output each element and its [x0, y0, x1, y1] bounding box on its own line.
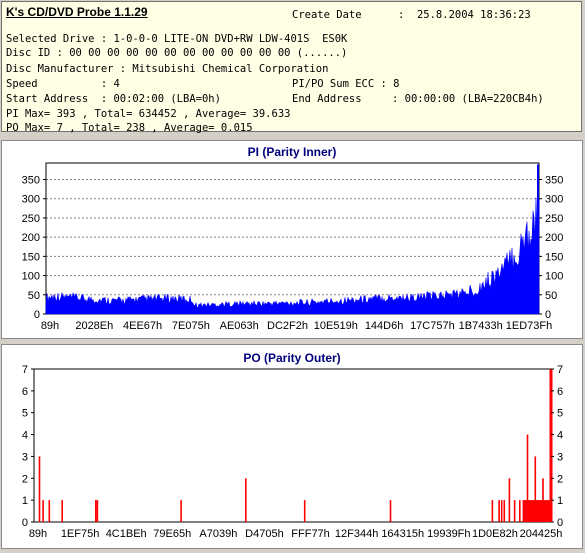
y-tick-label-left-7: 7	[22, 364, 28, 376]
x-tick-label-4: A7039h	[199, 528, 237, 540]
y-tick-label-left-7: 350	[22, 175, 40, 187]
pi-chart: PI (Parity Inner) 0 050 50100 100150 150200 2…	[22, 145, 564, 332]
x-tick-label-6: 10E519h	[314, 320, 358, 332]
end-address-label: End Address	[292, 93, 362, 105]
po-bar-10	[491, 500, 494, 522]
y-tick-label-left-5: 5	[22, 408, 28, 420]
x-tick-label-1: 2028Eh	[75, 320, 113, 332]
po-bar-1	[42, 500, 44, 522]
y-tick-label-left-4: 4	[22, 430, 28, 442]
y-tick-label-right-6: 300	[545, 194, 563, 206]
y-tick-label-left-4: 200	[22, 232, 40, 244]
app-title: K's CD/DVD Probe 1.1.29	[6, 5, 148, 19]
y-tick-label-left-5: 250	[22, 213, 40, 225]
po-chart: PO (Parity Outer) 0 01 12 23 34 45 56 67 789h 1EF…	[22, 351, 563, 540]
y-tick-label-right-3: 3	[557, 451, 563, 463]
y-tick-label-right-5: 5	[557, 408, 563, 420]
start-address: Start Address : 00:02:00 (LBA=0h)	[6, 93, 221, 105]
y-tick-label-right-7: 7	[557, 364, 563, 376]
x-tick-label-3: 7E075h	[172, 320, 210, 332]
y-tick-label-right-1: 1	[557, 495, 563, 507]
x-tick-label-7: 144D6h	[365, 320, 404, 332]
po-bar-9	[389, 500, 392, 522]
selected-drive: Selected Drive : 1-0-0-0 LITE-ON DVD+RW …	[6, 33, 348, 45]
po-bar-6	[180, 500, 182, 522]
pipo-sum-ecc: PI/PO Sum ECC : 8	[292, 78, 400, 90]
y-tick-label-left-3: 3	[22, 451, 28, 463]
y-tick-label-left-2: 100	[22, 271, 40, 283]
y-tick-label-left-1: 1	[22, 495, 28, 507]
x-tick-label-3: 79E65h	[153, 528, 191, 540]
po-bar-2	[48, 500, 51, 522]
x-tick-label-10: 1ED73Fh	[506, 320, 552, 332]
po-bar-7	[245, 478, 247, 522]
x-tick-label-6: FFF77h	[291, 528, 330, 540]
pi-chart-title: PI (Parity Inner)	[248, 145, 337, 159]
po-bar-4	[95, 500, 97, 522]
info-panel: K's CD/DVD Probe 1.1.29 Create Date : 25…	[1, 1, 582, 134]
disc-id: Disc ID : 00 00 00 00 00 00 00 00 00 00 …	[6, 47, 348, 59]
y-tick-label-left-0: 0	[22, 517, 28, 529]
y-tick-label-right-7: 350	[545, 175, 563, 187]
po-chart-title: PO (Parity Outer)	[243, 351, 340, 365]
y-tick-label-left-0: 0	[34, 309, 40, 321]
y-tick-label-right-5: 250	[545, 213, 563, 225]
y-tick-label-right-2: 100	[545, 271, 563, 283]
pi-chart-panel: PI (Parity Inner) 0 0 50 50 100 100 150 150 200 2…	[1, 140, 583, 339]
x-tick-label-9: 1B7433h	[459, 320, 503, 332]
po-bar-3	[61, 500, 63, 522]
y-tick-label-left-6: 6	[22, 386, 28, 398]
x-tick-label-10: 1D0E82h	[472, 528, 518, 540]
y-tick-label-left-2: 2	[22, 473, 28, 485]
x-tick-label-11: 204425h	[520, 528, 563, 540]
po-bar-0	[38, 456, 41, 522]
po-bar-8	[303, 500, 306, 522]
y-tick-label-right-4: 4	[557, 430, 563, 442]
po-bar-15	[513, 500, 516, 522]
pi-stats: PI Max= 393 , Total= 634452 , Average= 3…	[6, 108, 291, 120]
po-stats: PO Max= 7 , Total= 238 , Average= 0.015	[6, 122, 253, 134]
y-tick-label-right-4: 200	[545, 232, 563, 244]
x-tick-label-5: D4705h	[245, 528, 284, 540]
plot-frame	[33, 368, 552, 523]
x-tick-label-4: AE063h	[220, 320, 259, 332]
po-bar-cluster	[522, 500, 551, 522]
x-tick-label-0: 89h	[29, 528, 47, 540]
po-bar-14	[508, 478, 511, 522]
speed: Speed : 4	[6, 78, 120, 90]
x-tick-label-8: 17C757h	[410, 320, 455, 332]
end-address-value: : 00:00:00 (LBA=220CB4h)	[392, 93, 544, 105]
y-tick-label-right-1: 50	[545, 290, 557, 302]
x-tick-label-5: DC2F2h	[267, 320, 308, 332]
y-tick-label-right-6: 6	[557, 386, 563, 398]
x-tick-label-0: 89h	[41, 320, 59, 332]
pi-series-area	[45, 197, 540, 315]
x-tick-label-7: 12F344h	[335, 528, 378, 540]
po-chart-panel: PO (Parity Outer) 0 0 1 1 2 2 3 3 4 4 5 5 6 6 7 7 89h 1EF…	[1, 344, 583, 549]
x-tick-label-2: 4EE67h	[123, 320, 162, 332]
create-date-value: : 25.8.2004 18:36:23	[398, 9, 531, 21]
po-bar-12	[500, 500, 503, 522]
po-bar-13	[503, 500, 506, 522]
po-bar-5	[96, 500, 99, 522]
y-tick-label-right-3: 150	[545, 251, 563, 263]
y-tick-label-left-1: 50	[28, 290, 40, 302]
x-tick-label-2: 4C1BEh	[106, 528, 147, 540]
po-bar-16	[519, 500, 521, 522]
y-tick-label-right-2: 2	[557, 473, 563, 485]
x-tick-label-8: 164315h	[381, 528, 424, 540]
disc-manufacturer: Disc Manufacturer : Mitsubishi Chemical …	[6, 63, 329, 75]
create-date-label: Create Date	[292, 9, 362, 21]
x-tick-label-1: 1EF75h	[61, 528, 100, 540]
po-bar-11	[498, 500, 500, 522]
y-tick-label-left-6: 300	[22, 194, 40, 206]
y-tick-label-left-3: 150	[22, 251, 40, 263]
x-tick-label-9: 19939Fh	[427, 528, 470, 540]
